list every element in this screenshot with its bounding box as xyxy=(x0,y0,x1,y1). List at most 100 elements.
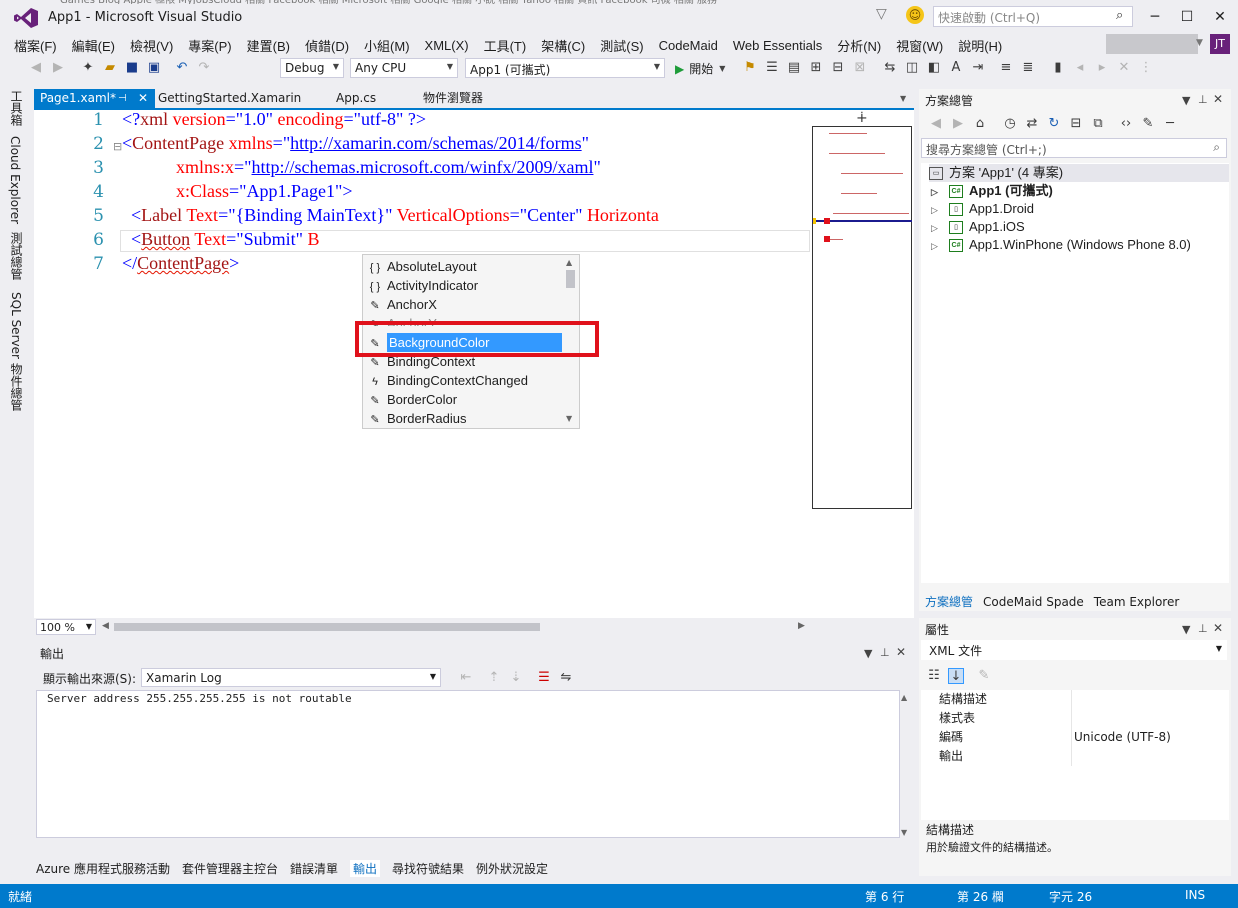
undo-icon[interactable]: ↶ xyxy=(174,60,190,76)
next-bookmark-icon[interactable]: ▸ xyxy=(1094,60,1110,76)
uncomment-icon[interactable]: ≣ xyxy=(1020,60,1036,76)
home-icon[interactable]: ⌂ xyxy=(972,116,988,132)
namespace-link[interactable]: http://schemas.microsoft.com/winfx/2009/… xyxy=(252,157,594,177)
navigate-forward-icon[interactable]: ▶ xyxy=(50,60,66,76)
completion-item[interactable]: { } AbsoluteLayout xyxy=(367,257,557,276)
scroll-right-icon[interactable]: ▶ xyxy=(798,621,805,631)
categorized-icon[interactable]: ☷ xyxy=(926,668,942,684)
split-window-icon[interactable]: ∔ xyxy=(856,110,868,126)
menu-codemaid[interactable]: CodeMaid xyxy=(659,38,718,53)
quick-launch-input[interactable]: 快速啟動 (Ctrl+Q) xyxy=(933,6,1133,27)
tree-item-project[interactable]: ▷ ▯ App1.Droid xyxy=(931,200,1034,218)
tab-azure-app-service[interactable]: Azure 應用程式服務活動 xyxy=(36,860,170,877)
panel-menu-icon[interactable]: ▼ xyxy=(1182,94,1190,107)
user-account-name[interactable] xyxy=(1106,34,1198,54)
menu-team[interactable]: 小組(M) xyxy=(364,36,410,55)
schema-icon[interactable]: ◧ xyxy=(926,60,942,76)
completion-item[interactable]: ✎ AnchorX xyxy=(367,295,557,314)
toolbox-tab[interactable]: 工具箱 xyxy=(8,90,25,126)
menu-project[interactable]: 專案(P) xyxy=(188,36,231,55)
tab-exception-settings[interactable]: 例外狀況設定 xyxy=(476,860,548,877)
property-pages-icon[interactable]: ✎ xyxy=(976,668,992,684)
property-row[interactable]: 樣式表 xyxy=(921,709,1229,728)
sync-icon[interactable]: ⇄ xyxy=(1024,116,1040,132)
solution-configuration-select[interactable]: Debug ▼ xyxy=(280,58,344,78)
clear-all-icon[interactable]: ☰ xyxy=(536,670,552,686)
close-icon[interactable]: ✕ xyxy=(896,645,906,659)
code-line-6[interactable]: <Button Text="Submit" B xyxy=(122,229,319,250)
cloud-explorer-tab[interactable]: Cloud Explorer xyxy=(8,136,22,224)
solution-tree[interactable]: ▭ 方案 'App1' (4 專案) ▷ C# App1 (可攜式) ▷ ▯ App1.D… xyxy=(921,163,1229,583)
tab-solution-explorer[interactable]: 方案總管 xyxy=(925,593,973,610)
maximize-button[interactable]: ☐ xyxy=(1172,6,1202,28)
compare-icon[interactable]: ⊠ xyxy=(852,60,868,76)
output-source-select[interactable]: Xamarin Log ▼ xyxy=(141,668,441,687)
word-wrap-icon[interactable]: ⇋ xyxy=(558,670,574,686)
pin-icon[interactable]: ⊥ xyxy=(1198,622,1208,635)
close-icon[interactable]: ✕ xyxy=(1213,621,1223,635)
preview-icon[interactable]: ─ xyxy=(1162,116,1178,132)
close-icon[interactable]: ✕ xyxy=(1213,92,1223,106)
property-value[interactable]: Unicode (UTF-8) xyxy=(1074,728,1171,747)
code-line-5[interactable]: <Label Text="{Binding MainText}" Vertica… xyxy=(122,205,659,226)
code-line-1[interactable]: <?xml version="1.0" encoding="utf-8" ?> xyxy=(122,109,426,130)
scroll-up-icon[interactable]: ▲ xyxy=(901,693,907,702)
show-all-files-icon[interactable]: ⧉ xyxy=(1090,116,1106,132)
hierarchy-icon[interactable]: ⊞ xyxy=(808,60,824,76)
spelling-icon[interactable]: A xyxy=(948,60,964,76)
startup-project-select[interactable]: App1 (可攜式) ▼ xyxy=(465,58,665,78)
code-line-2[interactable]: <ContentPage xmlns="http://xamarin.com/s… xyxy=(122,133,589,154)
sql-server-object-explorer-tab[interactable]: SQL Server 物件總管 xyxy=(8,292,25,411)
zoom-select[interactable]: 100 % ▼ xyxy=(36,619,96,635)
save-icon[interactable]: ■ xyxy=(124,60,140,76)
tree-item-solution[interactable]: ▭ 方案 'App1' (4 專案) xyxy=(929,164,1229,182)
close-button[interactable]: ✕ xyxy=(1205,6,1235,28)
tree-item-project[interactable]: ▷ C# App1.WinPhone (Windows Phone 8.0) xyxy=(931,236,1191,254)
completion-scroll-thumb[interactable] xyxy=(566,270,575,288)
go-to-message-icon[interactable]: ⇤ xyxy=(458,670,474,686)
clear-bookmarks-icon[interactable]: ✕ xyxy=(1116,60,1132,76)
open-file-icon[interactable]: ▰ xyxy=(102,60,118,76)
scroll-down-icon[interactable]: ▼ xyxy=(901,828,907,837)
completion-item[interactable]: ✎ BorderColor xyxy=(367,390,557,409)
properties-wrench-icon[interactable]: ✎ xyxy=(1140,116,1156,132)
property-row[interactable]: 輸出 xyxy=(921,747,1229,766)
tab-find-symbol-results[interactable]: 尋找符號結果 xyxy=(392,860,464,877)
completion-item[interactable]: ϟ BindingContextChanged xyxy=(367,371,557,390)
solution-platform-select[interactable]: Any CPU ▼ xyxy=(350,58,458,78)
menu-debug[interactable]: 偵錯(D) xyxy=(305,36,349,55)
navigate-back-icon[interactable]: ◀ xyxy=(28,60,44,76)
format-icon[interactable]: ⇆ xyxy=(882,60,898,76)
avatar[interactable]: JT xyxy=(1210,34,1230,54)
namespace-link[interactable]: http://xamarin.com/schemas/2014/forms xyxy=(290,133,581,153)
test-explorer-tab[interactable]: 測試總管 xyxy=(8,232,25,280)
menu-architecture[interactable]: 架構(C) xyxy=(541,36,585,55)
feedback-smiley-icon[interactable]: ☺ xyxy=(906,6,924,24)
scrollbar-map[interactable] xyxy=(812,126,912,509)
pin-icon[interactable]: ⊣ xyxy=(118,89,127,108)
completion-item[interactable]: ✎ BorderRadius xyxy=(367,409,557,428)
pin-icon[interactable]: ⊥ xyxy=(880,646,890,659)
menu-help[interactable]: 說明(H) xyxy=(958,36,1002,55)
chevron-down-icon[interactable]: ▼ xyxy=(1196,38,1203,48)
menu-build[interactable]: 建置(B) xyxy=(247,36,290,55)
alphabetical-icon[interactable]: ↓ xyxy=(948,668,964,684)
scroll-down-icon[interactable]: ▼ xyxy=(566,414,572,423)
panel-menu-icon[interactable]: ▼ xyxy=(864,647,872,660)
code-line-3[interactable]: xmlns:x="http://schemas.microsoft.com/wi… xyxy=(122,157,601,178)
snippet-icon[interactable]: ◫ xyxy=(904,60,920,76)
back-icon[interactable]: ◀ xyxy=(928,116,944,132)
completion-item[interactable]: { } ActivityIndicator xyxy=(367,276,557,295)
menu-test[interactable]: 測試(S) xyxy=(600,36,643,55)
tree-item-project[interactable]: ▷ C# App1 (可攜式) xyxy=(931,182,1053,200)
code-line-7[interactable]: </ContentPage> xyxy=(122,253,239,274)
tab-package-manager-console[interactable]: 套件管理器主控台 xyxy=(182,860,278,877)
tab-app-cs[interactable]: App.cs xyxy=(330,89,382,108)
collapse-icon[interactable]: ⊟ xyxy=(113,140,122,153)
search-icon[interactable]: ⌕ xyxy=(1116,8,1123,23)
tab-page1-xaml[interactable]: Page1.xaml* xyxy=(34,89,155,108)
tab-overflow-icon[interactable]: ▼ xyxy=(894,89,912,108)
diagram-icon[interactable]: ⊟ xyxy=(830,60,846,76)
property-row[interactable]: 結構描述 xyxy=(921,690,1229,709)
horizontal-scroll-thumb[interactable] xyxy=(114,623,540,631)
